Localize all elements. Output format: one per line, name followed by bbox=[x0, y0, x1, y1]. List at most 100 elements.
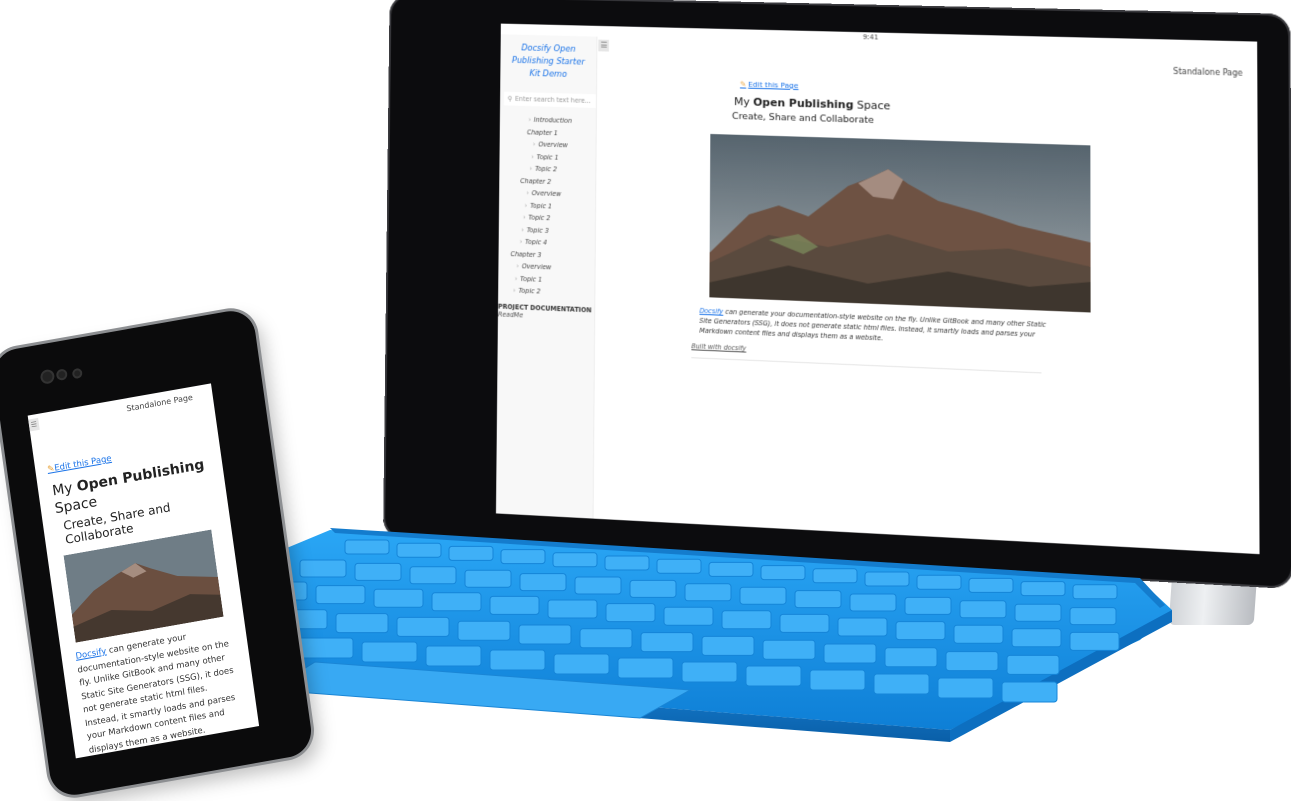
keyboard-key bbox=[489, 595, 540, 615]
keyboard-key bbox=[953, 624, 1004, 644]
keyboard-key bbox=[354, 562, 402, 581]
keyboard-key bbox=[1006, 654, 1060, 675]
keyboard-key bbox=[837, 617, 888, 637]
sidebar: Docsify Open Publishing Starter Kit Demo… bbox=[495, 34, 598, 519]
keyboard-key bbox=[760, 565, 806, 581]
sidebar-item-label: Topic 2 bbox=[528, 213, 551, 223]
keyboard-key bbox=[701, 635, 755, 656]
keyboard-key bbox=[552, 552, 598, 568]
sidebar-item-label: Chapter 1 bbox=[526, 127, 558, 137]
keyboard-key bbox=[812, 568, 858, 584]
pencil-icon: ✎ bbox=[739, 79, 747, 89]
keyboard-key bbox=[708, 561, 754, 577]
keyboard-key bbox=[779, 613, 830, 633]
keyboard-key bbox=[448, 545, 494, 561]
keyboard-key bbox=[873, 673, 930, 695]
sidebar-item-label: Topic 1 bbox=[530, 201, 553, 211]
sidebar-item-label: Topic 2 bbox=[534, 164, 557, 174]
keyboard-key bbox=[344, 539, 390, 555]
chevron-right-icon: › bbox=[513, 286, 516, 295]
keyboard-key bbox=[1014, 603, 1062, 622]
mountain-illustration bbox=[709, 133, 1091, 313]
site-title[interactable]: Docsify Open Publishing Starter Kit Demo bbox=[500, 34, 596, 88]
intro-paragraph: Docsify can generate your documentation-… bbox=[699, 306, 1060, 351]
hero-mountain-image bbox=[63, 529, 224, 643]
keyboard-key bbox=[409, 566, 457, 585]
chevron-right-icon: › bbox=[526, 189, 529, 197]
keyboard-key bbox=[762, 639, 816, 660]
keyboard-key bbox=[604, 555, 650, 571]
keyboard-key bbox=[617, 657, 674, 679]
sidebar-item-label: Topic 4 bbox=[525, 237, 548, 247]
title-prefix: My bbox=[51, 479, 79, 500]
sidebar-item-label: Overview bbox=[521, 262, 552, 272]
divider bbox=[691, 357, 1042, 374]
keyboard-key bbox=[574, 576, 622, 595]
keyboard-key bbox=[1011, 628, 1062, 648]
title-suffix: Space bbox=[853, 98, 891, 113]
edit-page-link[interactable]: ✎Edit this Page bbox=[47, 454, 113, 475]
keyboard-key bbox=[968, 577, 1014, 593]
keyboard-key bbox=[663, 606, 714, 626]
tablet-device: 9:41 Docsify Open Publishing Starter Kit… bbox=[383, 0, 1291, 590]
standalone-page-link[interactable]: Standalone Page bbox=[126, 393, 193, 414]
chevron-right-icon: › bbox=[521, 225, 524, 234]
main-content: Standalone Page ✎ Edit this Page My Open … bbox=[610, 37, 1259, 554]
sidebar-item-label: Overview bbox=[538, 140, 568, 150]
hamburger-icon[interactable]: ☰ bbox=[598, 39, 609, 52]
phone-device: ☰ Standalone Page ✎Edit this Page My Ope… bbox=[0, 307, 315, 799]
keyboard-key bbox=[1001, 681, 1058, 703]
mountain-illustration bbox=[63, 529, 224, 643]
keyboard-key bbox=[794, 590, 842, 609]
keyboard-key bbox=[547, 599, 598, 619]
sidebar-item-label: Topic 1 bbox=[536, 152, 559, 162]
keyboard-key bbox=[684, 583, 732, 602]
chevron-right-icon: › bbox=[524, 201, 528, 210]
keyboard-key bbox=[1069, 631, 1120, 651]
docsify-link[interactable]: Docsify bbox=[699, 307, 723, 316]
keyboard-key bbox=[864, 571, 910, 587]
hamburger-icon[interactable]: ☰ bbox=[28, 417, 40, 432]
sidebar-item-label: Introduction bbox=[533, 115, 572, 125]
keyboard-key bbox=[945, 651, 999, 672]
sidebar-item-label: Chapter 3 bbox=[510, 249, 542, 259]
keyboard-key bbox=[721, 610, 772, 630]
keyboard-key bbox=[1069, 607, 1117, 626]
sidebar-item[interactable]: › Topic 2 bbox=[498, 284, 594, 300]
edit-page-link[interactable]: ✎Edit this Page bbox=[740, 80, 799, 90]
keyboard-key bbox=[937, 677, 994, 699]
keyboard-key bbox=[1020, 581, 1066, 597]
page-title: My Open Publishing Space bbox=[734, 95, 890, 112]
keyboard-key bbox=[895, 621, 946, 641]
standalone-page-link[interactable]: Standalone Page bbox=[1173, 67, 1243, 78]
search-icon: ⚲ bbox=[507, 94, 513, 103]
search-placeholder: Enter search text here... bbox=[515, 94, 591, 105]
keyboard-key bbox=[904, 596, 952, 615]
keyboard-key bbox=[335, 613, 389, 634]
keyboard-key bbox=[519, 573, 567, 592]
sidebar-item-label: Overview bbox=[531, 189, 562, 199]
chevron-right-icon: › bbox=[528, 115, 532, 124]
keyboard-key bbox=[640, 632, 694, 653]
edit-page-label: Edit this Page bbox=[53, 453, 113, 474]
docsify-link[interactable]: Docsify bbox=[75, 647, 107, 662]
keyboard-key bbox=[373, 588, 424, 608]
keyboard-key bbox=[489, 649, 546, 671]
keyboard-key bbox=[823, 643, 877, 664]
keyboard-key bbox=[457, 620, 511, 641]
sidebar-item-label: Topic 3 bbox=[526, 225, 549, 235]
keyboard-key bbox=[605, 603, 656, 623]
keyboard-key bbox=[579, 628, 633, 649]
search-input[interactable]: ⚲ Enter search text here... bbox=[503, 91, 597, 108]
keyboard-key bbox=[629, 579, 677, 598]
keyboard-key bbox=[518, 624, 572, 645]
hero-mountain-image bbox=[709, 133, 1091, 313]
keyboard-key bbox=[959, 600, 1007, 619]
sidebar-item-label: Topic 2 bbox=[518, 286, 541, 296]
trackpad[interactable] bbox=[268, 661, 692, 719]
sidebar-item-label: Topic 1 bbox=[520, 274, 543, 284]
keyboard-key bbox=[431, 592, 482, 612]
keyboard-key bbox=[739, 586, 787, 605]
built-with-link[interactable]: Built with docsify bbox=[691, 342, 746, 352]
tablet-screen: 9:41 Docsify Open Publishing Starter Kit… bbox=[495, 23, 1260, 555]
